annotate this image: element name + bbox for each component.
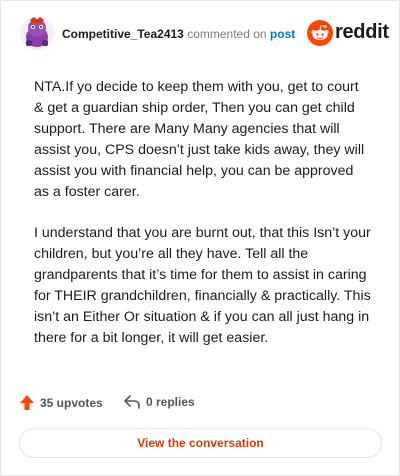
upvotes-label: 35 upvotes [40,395,103,410]
comment-card: Competitive_Tea2413 commented on post re… [0,0,400,476]
comment-footer: 35 upvotes 0 replies [20,395,380,415]
reply-arrow-icon [124,395,140,409]
comment-header: Competitive_Tea2413 commented on post re… [20,16,389,52]
upvote-arrow-icon [20,395,34,410]
view-conversation-label: View the conversation [137,436,264,450]
upvotes-stat[interactable]: 35 upvotes [20,395,103,410]
comment-paragraph: NTA.If yo decide to keep them with you, … [34,79,365,200]
snoo-avatar-icon[interactable] [20,16,54,50]
reddit-logo[interactable]: reddit [307,20,389,46]
author-name[interactable]: Competitive_Tea2413 [62,27,184,41]
reddit-logo-icon [307,20,333,46]
brand-wordmark: reddit [335,21,389,43]
action-text: commented on [187,27,267,41]
post-link[interactable]: post [270,27,295,41]
replies-stat[interactable]: 0 replies [124,395,195,409]
replies-label: 0 replies [146,395,195,409]
comment-meta: Competitive_Tea2413 commented on post [62,27,295,41]
comment-body: NTA.If yo decide to keep them with you, … [34,77,372,369]
view-conversation-button[interactable]: View the conversation [19,428,382,458]
comment-paragraph: I understand that you are burnt out, tha… [34,225,371,346]
